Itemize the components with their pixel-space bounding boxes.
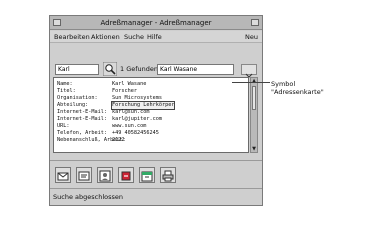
field-value-selected[interactable]: Forschung Lehrkörper [110, 101, 176, 110]
window-title: Adreßmanager - Adreßmanager [100, 19, 212, 27]
field-label: Abteilung: [57, 102, 89, 108]
field-label: Internet-E-Mail: [57, 116, 107, 122]
address-card-panel: Name: Karl Wasane Titel: Forscher Organi… [53, 77, 249, 153]
field-value: Sun Microsystems [112, 95, 162, 101]
address-card-button[interactable] [76, 167, 92, 183]
field-value: +49 40582456245 [112, 130, 159, 136]
mail-button[interactable] [55, 167, 71, 183]
result-select[interactable]: Karl Wasane [157, 64, 234, 75]
contacts-icon [99, 170, 111, 182]
field-value: karl@sun.com [112, 109, 150, 115]
printer-icon [162, 170, 174, 182]
scroll-thumb[interactable] [252, 86, 256, 110]
contacts-button[interactable] [97, 167, 113, 183]
title-bar[interactable]: Adreßmanager - Adreßmanager [50, 16, 262, 30]
scroll-down-icon[interactable]: ▼ [251, 146, 257, 152]
callout-label: Symbol "Adressenkarte" [271, 80, 324, 96]
menu-suche[interactable]: Suche [124, 31, 144, 43]
divider [50, 188, 262, 189]
magnifier-icon [102, 61, 118, 77]
field-label: Titel: [57, 88, 76, 94]
menu-neu[interactable]: Neu [245, 31, 258, 43]
callout-line-2: "Adressenkarte" [271, 88, 324, 96]
found-count: 1 Gefunden [120, 65, 159, 73]
field-value: Karl Wasane [112, 81, 147, 87]
send-button[interactable] [118, 167, 134, 183]
icon-toolbar [50, 165, 262, 187]
maximize-button[interactable] [251, 19, 259, 26]
address-card-icon [78, 171, 90, 181]
vertical-scrollbar[interactable]: ▲ ▼ [250, 77, 258, 153]
divider [50, 160, 262, 161]
field-label: Telefon, Arbeit: [57, 130, 107, 136]
print-button[interactable] [160, 167, 176, 183]
menu-bar: Bearbeiten Aktionen Suche Hilfe Neu [50, 31, 262, 43]
window-menu-button[interactable] [53, 19, 61, 26]
field-label: Internet-E-Mail: [57, 109, 107, 115]
field-value: www.sun.com [112, 123, 147, 129]
menu-hilfe[interactable]: Hilfe [147, 31, 162, 43]
field-label: URL: [57, 123, 70, 129]
calendar-icon [141, 171, 153, 182]
send-icon [121, 171, 131, 181]
field-label: Organisation: [57, 95, 98, 101]
scroll-up-icon[interactable]: ▲ [251, 78, 257, 84]
search-button[interactable] [102, 61, 118, 77]
field-value: karl@jupiter.com [112, 116, 162, 122]
mail-icon [57, 172, 69, 181]
search-toolbar: Karl 1 Gefunden Karl Wasane [50, 58, 262, 78]
address-manager-window: Adreßmanager - Adreßmanager Bearbeiten A… [49, 15, 263, 206]
callout-line-1: Symbol [271, 80, 296, 88]
menu-bearbeiten[interactable]: Bearbeiten [54, 31, 90, 43]
callout-leader-line [232, 82, 270, 83]
calendar-button[interactable] [139, 167, 155, 183]
field-value: 2122 [112, 137, 125, 143]
status-bar: Suche abgeschlossen [53, 193, 123, 201]
search-input[interactable]: Karl [55, 64, 99, 75]
menu-aktionen[interactable]: Aktionen [91, 31, 120, 43]
field-label: Name: [57, 81, 73, 87]
dropdown-button[interactable] [241, 64, 257, 78]
field-value: Forscher [112, 88, 137, 94]
